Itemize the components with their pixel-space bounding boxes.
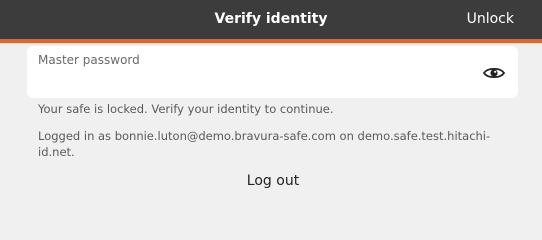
header-bar: Verify identity Unlock — [0, 0, 542, 43]
master-password-card: Master password — [27, 46, 518, 98]
page-title: Verify identity — [214, 11, 328, 27]
eye-icon[interactable] — [482, 65, 506, 79]
logout-button[interactable]: Log out — [0, 173, 542, 189]
locked-message: Your safe is locked. Verify your identit… — [38, 102, 334, 116]
logged-in-message: Logged in as bonnie.luton@demo.bravura-s… — [38, 129, 491, 159]
master-password-input[interactable] — [37, 70, 467, 92]
unlock-button[interactable]: Unlock — [467, 0, 514, 39]
master-password-label: Master password — [38, 53, 140, 67]
